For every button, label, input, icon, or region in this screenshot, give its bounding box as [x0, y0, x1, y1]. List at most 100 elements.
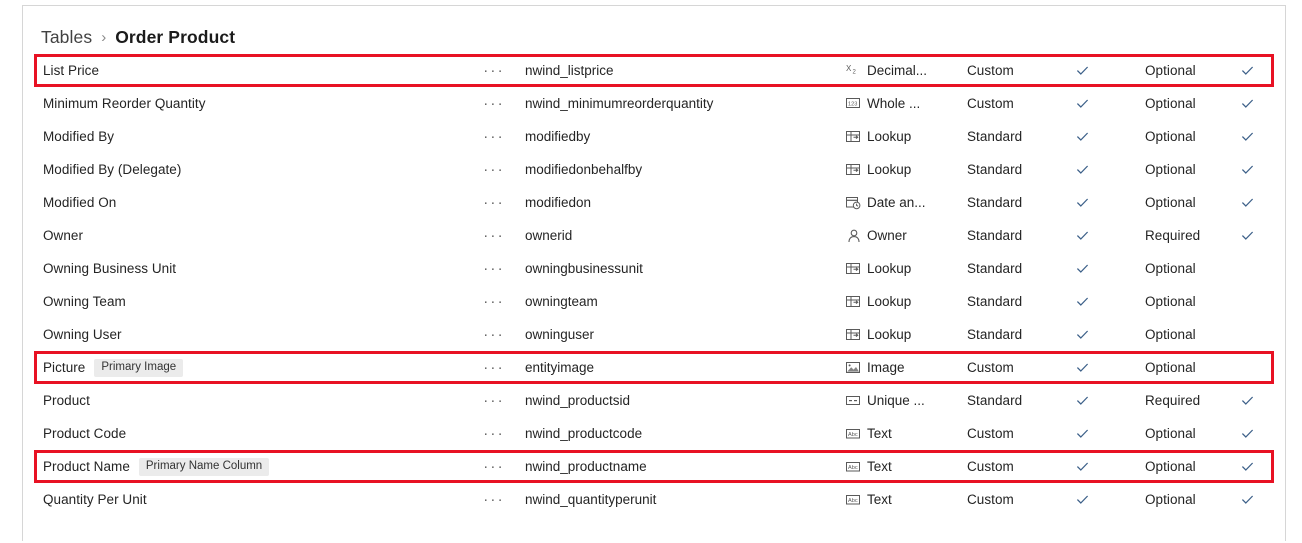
cell-searchable: [1052, 426, 1145, 441]
columns-panel: Tables › Order Product List Price ··· nwin…: [22, 5, 1286, 541]
required-level-label: Optional: [1145, 95, 1196, 111]
column-display-name: Product: [43, 393, 90, 408]
cell-display-name[interactable]: Minimum Reorder Quantity: [23, 96, 463, 111]
cell-display-name[interactable]: Owning User: [23, 327, 463, 342]
cell-row-menu[interactable]: ···: [463, 200, 525, 206]
cell-row-menu[interactable]: ···: [463, 134, 525, 140]
cell-display-name[interactable]: Modified By: [23, 129, 463, 144]
cell-row-menu[interactable]: ···: [463, 497, 525, 503]
svg-text:Abc: Abc: [848, 432, 858, 438]
ellipsis-icon[interactable]: ···: [483, 200, 505, 206]
cell-row-menu[interactable]: ···: [463, 431, 525, 437]
columns-grid: List Price ··· nwind_listprice X2 Decimal...…: [23, 54, 1285, 516]
column-display-name: Modified By (Delegate): [43, 162, 182, 177]
cell-display-name[interactable]: Picture Primary Image: [23, 358, 463, 377]
cell-display-name[interactable]: Product Code: [23, 426, 463, 441]
cell-row-menu[interactable]: ···: [463, 167, 525, 173]
svg-text:Abc: Abc: [848, 465, 858, 471]
cell-display-name[interactable]: List Price: [23, 63, 463, 78]
cell-display-name[interactable]: Quantity Per Unit: [23, 492, 463, 507]
cell-data-type: Unique ...: [845, 393, 967, 408]
cell-row-menu[interactable]: ···: [463, 233, 525, 239]
cell-customization-type: Custom: [967, 359, 1052, 377]
ellipsis-icon[interactable]: ···: [483, 299, 505, 305]
table-row[interactable]: Quantity Per Unit ··· nwind_quantityperuni…: [23, 483, 1285, 516]
checkmark-icon: [1240, 195, 1255, 210]
column-logical-name: nwind_productname: [525, 458, 647, 474]
column-logical-name: nwind_productsid: [525, 392, 631, 408]
ellipsis-icon[interactable]: ···: [483, 464, 505, 470]
whole-number-icon: 123: [845, 96, 862, 111]
cell-display-name[interactable]: Owner: [23, 228, 463, 243]
cell-advanced-find: [1240, 129, 1285, 144]
table-row[interactable]: Product Name Primary Name Column ··· nwind_…: [23, 450, 1285, 483]
ellipsis-icon[interactable]: ···: [483, 332, 505, 338]
data-type-label: Date an...: [867, 195, 926, 210]
table-row[interactable]: Owning Team ··· owningteam Lookup Standard Op…: [23, 285, 1285, 318]
table-row[interactable]: Modified By ··· modifiedby Lookup Standard Op…: [23, 120, 1285, 153]
cell-display-name[interactable]: Product Name Primary Name Column: [23, 457, 463, 476]
checkmark-icon: [1075, 96, 1090, 111]
ellipsis-icon[interactable]: ···: [483, 68, 505, 74]
cell-row-menu[interactable]: ···: [463, 332, 525, 338]
table-row[interactable]: Owner ··· ownerid Owner Standard Required: [23, 219, 1285, 252]
required-level-label: Optional: [1145, 128, 1196, 144]
table-row[interactable]: Owning Business Unit ··· owningbusinessuni…: [23, 252, 1285, 285]
cell-row-menu[interactable]: ···: [463, 365, 525, 371]
cell-display-name[interactable]: Modified By (Delegate): [23, 162, 463, 177]
data-type-label: Lookup: [867, 129, 912, 144]
column-logical-name: nwind_productcode: [525, 425, 643, 441]
cell-searchable: [1052, 63, 1145, 78]
checkmark-icon: [1075, 129, 1090, 144]
cell-data-type: Lookup: [845, 162, 967, 177]
ellipsis-icon[interactable]: ···: [483, 431, 505, 437]
table-row[interactable]: Picture Primary Image ··· entityimage Image C…: [23, 351, 1285, 384]
table-row[interactable]: List Price ··· nwind_listprice X2 Decimal...…: [23, 54, 1285, 87]
ellipsis-icon[interactable]: ···: [483, 497, 505, 503]
cell-display-name[interactable]: Owning Team: [23, 294, 463, 309]
checkmark-icon: [1240, 228, 1255, 243]
cell-row-menu[interactable]: ···: [463, 266, 525, 272]
lookup-icon: [845, 327, 862, 342]
cell-display-name[interactable]: Modified On: [23, 195, 463, 210]
cell-data-type: Lookup: [845, 294, 967, 309]
cell-data-type: Image: [845, 360, 967, 375]
ellipsis-icon[interactable]: ···: [483, 365, 505, 371]
ellipsis-icon[interactable]: ···: [483, 266, 505, 272]
table-row[interactable]: Modified On ··· modifiedon Date an... Standa…: [23, 186, 1285, 219]
cell-row-menu[interactable]: ···: [463, 299, 525, 305]
cell-required-level: Optional: [1145, 293, 1240, 311]
cell-advanced-find: [1240, 393, 1285, 408]
cell-row-menu[interactable]: ···: [463, 398, 525, 404]
table-row[interactable]: Owning User ··· owninguser Lookup Standard Op…: [23, 318, 1285, 351]
data-type-label: Text: [867, 426, 892, 441]
checkmark-icon: [1075, 360, 1090, 375]
table-row[interactable]: Modified By (Delegate) ··· modifiedonbehal…: [23, 153, 1285, 186]
ellipsis-icon[interactable]: ···: [483, 134, 505, 140]
cell-display-name[interactable]: Owning Business Unit: [23, 261, 463, 276]
cell-row-menu[interactable]: ···: [463, 68, 525, 74]
ellipsis-icon[interactable]: ···: [483, 101, 505, 107]
checkmark-icon: [1240, 426, 1255, 441]
required-level-label: Optional: [1145, 62, 1196, 78]
ellipsis-icon[interactable]: ···: [483, 167, 505, 173]
cell-customization-type: Custom: [967, 62, 1052, 80]
table-row[interactable]: Product ··· nwind_productsid Unique ... Stan…: [23, 384, 1285, 417]
ellipsis-icon[interactable]: ···: [483, 233, 505, 239]
owner-person-icon: [845, 228, 862, 243]
table-row[interactable]: Minimum Reorder Quantity ··· nwind_minimum…: [23, 87, 1285, 120]
status-badge: Primary Image: [94, 358, 184, 377]
cell-row-menu[interactable]: ···: [463, 464, 525, 470]
status-badge: Primary Name Column: [138, 457, 270, 476]
column-logical-name: modifiedonbehalfby: [525, 161, 643, 177]
cell-customization-type: Standard: [967, 194, 1052, 212]
cell-customization-type: Custom: [967, 491, 1052, 509]
cell-display-name[interactable]: Product: [23, 393, 463, 408]
cell-logical-name: nwind_minimumreorderquantity: [525, 95, 845, 113]
cell-advanced-find: [1240, 63, 1285, 78]
table-row[interactable]: Product Code ··· nwind_productcode Abc Text C…: [23, 417, 1285, 450]
ellipsis-icon[interactable]: ···: [483, 398, 505, 404]
breadcrumb-parent-tables[interactable]: Tables: [41, 27, 92, 48]
cell-advanced-find: [1240, 492, 1285, 507]
cell-row-menu[interactable]: ···: [463, 101, 525, 107]
